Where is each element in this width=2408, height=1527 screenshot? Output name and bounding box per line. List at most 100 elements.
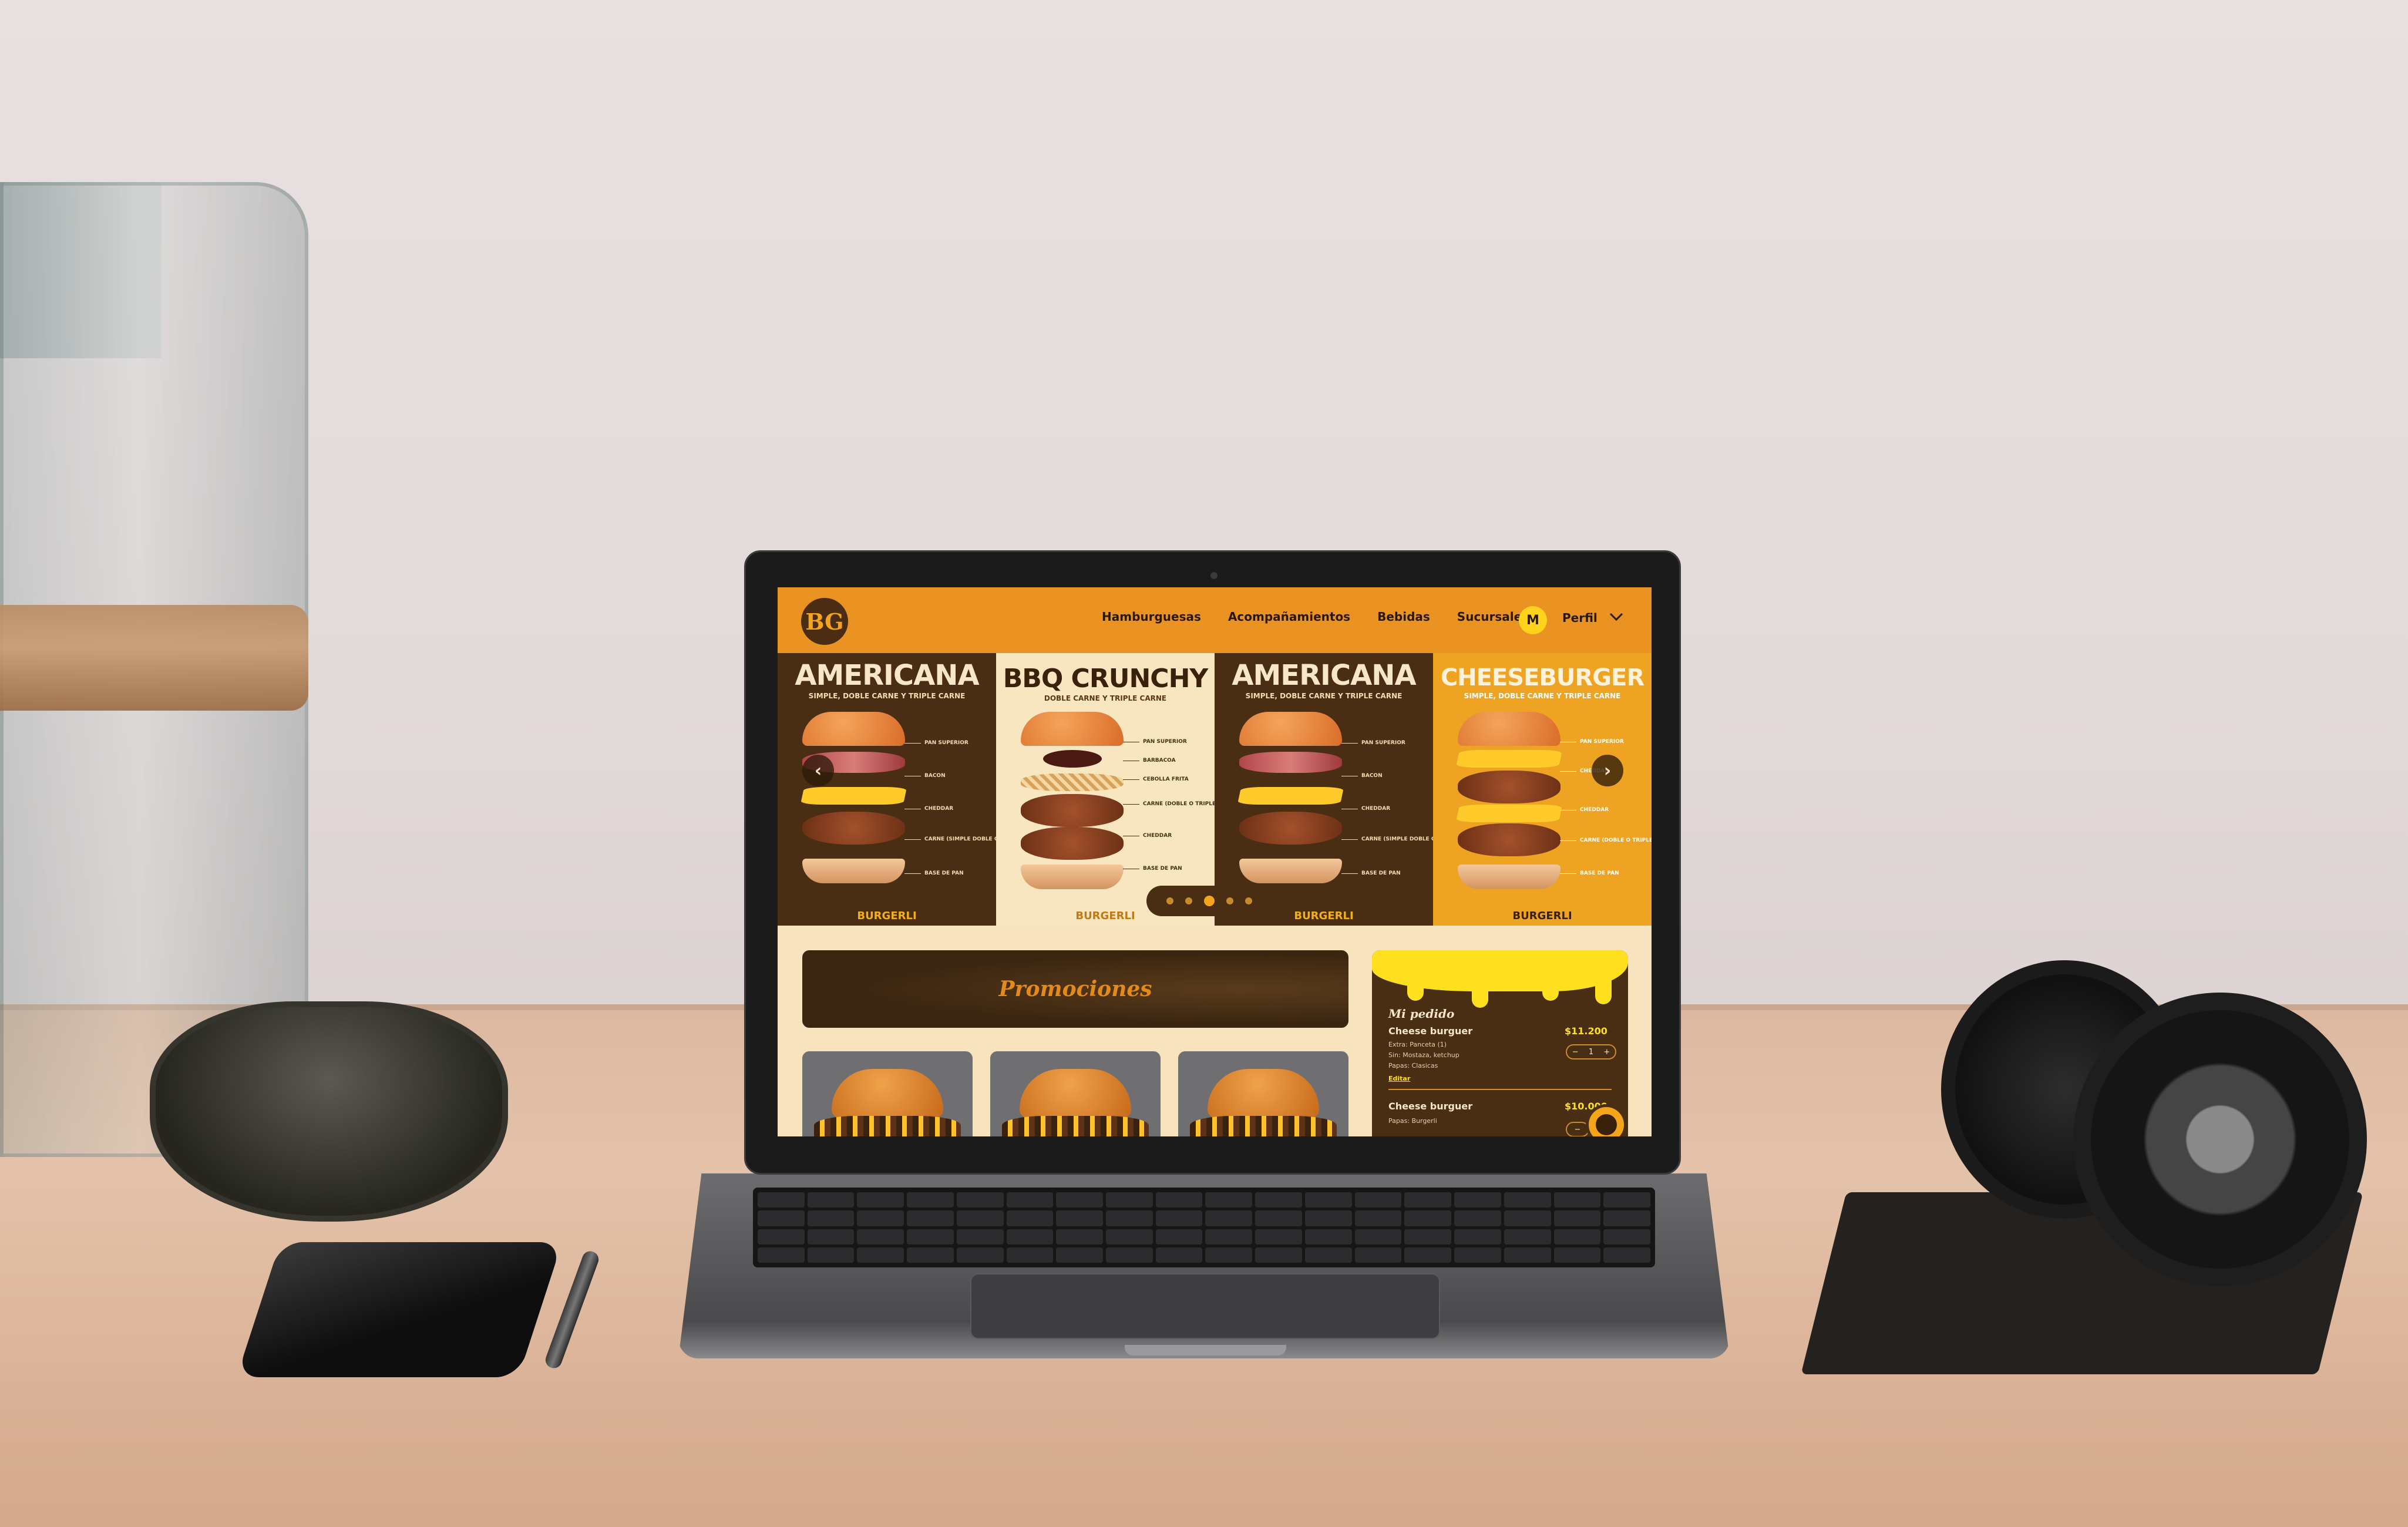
minus-icon[interactable]: − — [1575, 1125, 1581, 1134]
keyboard-key — [1205, 1192, 1253, 1208]
mascot-cart-button[interactable] — [1586, 1104, 1627, 1136]
slide-subtitle: SIMPLE, DOBLE CARNE Y TRIPLE CARNE — [1464, 692, 1621, 700]
chevron-left-icon: ‹ — [814, 760, 822, 781]
keyboard-key — [956, 1210, 1004, 1226]
quantity-stepper[interactable]: − 1 + — [1566, 1044, 1616, 1060]
keyboard-key — [1255, 1229, 1302, 1245]
keyboard-key — [1553, 1247, 1601, 1263]
carousel-slide[interactable]: AMERICANA SIMPLE, DOBLE CARNE Y TRIPLE C… — [1215, 653, 1433, 926]
pagination-dot[interactable] — [1166, 897, 1173, 904]
keyboard-key — [807, 1247, 855, 1263]
keyboard-key — [1454, 1247, 1501, 1263]
keyboard-key — [857, 1192, 904, 1208]
patty-layer — [1458, 823, 1561, 856]
cheese-drip-decoration — [1407, 974, 1424, 1001]
keyboard-key — [857, 1229, 904, 1245]
promotions-banner[interactable]: Promociones — [802, 950, 1348, 1028]
carousel-slide[interactable]: AMERICANA SIMPLE, DOBLE CARNE Y TRIPLE C… — [778, 653, 996, 926]
keyboard-key — [1603, 1192, 1650, 1208]
chevron-down-icon[interactable] — [1608, 608, 1625, 625]
bacon-layer — [1239, 752, 1342, 773]
burger-filling-image — [1002, 1116, 1149, 1136]
patty-layer — [1239, 812, 1342, 845]
nav-link-bebidas[interactable]: Bebidas — [1377, 610, 1430, 624]
layer-label: PAN SUPERIOR — [904, 740, 968, 746]
cheese-layer — [1455, 805, 1563, 822]
laptop-front-lip — [1125, 1345, 1286, 1356]
keyboard-key — [1454, 1229, 1501, 1245]
keyboard-key — [1155, 1229, 1203, 1245]
burger-filling-image — [814, 1116, 961, 1136]
minus-icon[interactable]: − — [1572, 1048, 1579, 1057]
patty-layer — [802, 812, 905, 845]
bun-top-layer — [1458, 712, 1561, 746]
layer-label: CARNE (DOBLE O TRIPLE) — [1559, 838, 1652, 843]
keyboard-key — [1056, 1192, 1104, 1208]
nav-link-sucursales[interactable]: Sucursales — [1457, 610, 1529, 624]
pagination-dot[interactable] — [1245, 897, 1252, 904]
slide-title: AMERICANA — [795, 659, 979, 692]
profile-label[interactable]: Perfil — [1562, 611, 1598, 625]
order-item-detail: Extra: Panceta (1) — [1388, 1041, 1447, 1048]
cheese-layer — [800, 787, 907, 805]
order-item-detail: Papas: Burgerli — [1388, 1117, 1437, 1125]
carousel-prev-button[interactable]: ‹ — [802, 755, 834, 786]
keyboard-key — [758, 1192, 805, 1208]
laptop-screen: BG Hamburguesas Acompañamientos Bebidas … — [778, 587, 1652, 1136]
burgerli-logo[interactable]: BG — [801, 598, 848, 645]
promo-card[interactable] — [802, 1051, 973, 1136]
layer-label: CHEDDAR — [1559, 807, 1609, 813]
keyboard-key — [1404, 1229, 1452, 1245]
layer-label: BARBACOA — [1123, 758, 1176, 764]
burger-bun-image — [1208, 1069, 1319, 1118]
laptop-trackpad — [970, 1273, 1440, 1339]
cheese-drip-decoration — [1595, 974, 1612, 1004]
bun-bottom-layer — [802, 859, 905, 883]
user-avatar[interactable]: M — [1519, 606, 1547, 634]
layer-label: PAN SUPERIOR — [1341, 740, 1405, 746]
keyboard-key — [1603, 1247, 1650, 1263]
slide-title: CHEESEBURGER — [1440, 664, 1644, 691]
carousel-slide[interactable]: CHEESEBURGER SIMPLE, DOBLE CARNE Y TRIPL… — [1433, 653, 1652, 926]
keyboard-key — [807, 1229, 855, 1245]
keyboard-key — [1354, 1210, 1402, 1226]
cheese-layer — [1237, 787, 1344, 805]
pagination-dot[interactable] — [1226, 897, 1233, 904]
wooden-vase-ring — [0, 605, 308, 711]
pagination-dot-active[interactable] — [1204, 896, 1215, 906]
carousel-slide[interactable]: BBQ CRUNCHY DOBLE CARNE Y TRIPLE CARNE P… — [996, 653, 1215, 926]
promo-card[interactable] — [990, 1051, 1161, 1136]
nav-link-hamburguesas[interactable]: Hamburguesas — [1102, 610, 1201, 624]
keyboard-key — [1106, 1192, 1153, 1208]
keyboard-key — [1155, 1210, 1203, 1226]
logo-text: BG — [805, 608, 844, 635]
headphone-earcup-front — [2073, 993, 2367, 1286]
carousel-next-button[interactable]: › — [1592, 755, 1623, 786]
pagination-dot[interactable] — [1185, 897, 1192, 904]
order-item-name: Cheese burguer — [1388, 1101, 1473, 1112]
keyboard-key — [1006, 1192, 1054, 1208]
keyboard-key — [1504, 1210, 1551, 1226]
keyboard-key — [1155, 1247, 1203, 1263]
keyboard-key — [807, 1210, 855, 1226]
layer-label: CHEDDAR — [1122, 833, 1172, 839]
edit-item-link[interactable]: Editar — [1388, 1075, 1410, 1082]
carousel-pagination — [1146, 886, 1272, 916]
patty-layer — [1021, 794, 1124, 827]
layer-label: BASE DE PAN — [904, 870, 964, 876]
chevron-right-icon: › — [1603, 760, 1612, 781]
keyboard-key — [1106, 1210, 1153, 1226]
keyboard-key — [907, 1210, 954, 1226]
order-item-name: Cheese burguer — [1388, 1025, 1473, 1037]
promo-card[interactable] — [1178, 1051, 1348, 1136]
keyboard-key — [1205, 1210, 1253, 1226]
layer-label: BASE DE PAN — [1123, 866, 1182, 872]
cheese-drip-decoration — [1472, 974, 1488, 1008]
layer-label: PAN SUPERIOR — [1560, 739, 1624, 745]
plus-icon[interactable]: + — [1603, 1048, 1610, 1057]
keyboard-key — [1056, 1229, 1104, 1245]
keyboard-key — [1304, 1229, 1352, 1245]
nav-link-acompanamientos[interactable]: Acompañamientos — [1228, 610, 1350, 624]
keyboard-key — [1304, 1210, 1352, 1226]
keyboard-key — [907, 1229, 954, 1245]
